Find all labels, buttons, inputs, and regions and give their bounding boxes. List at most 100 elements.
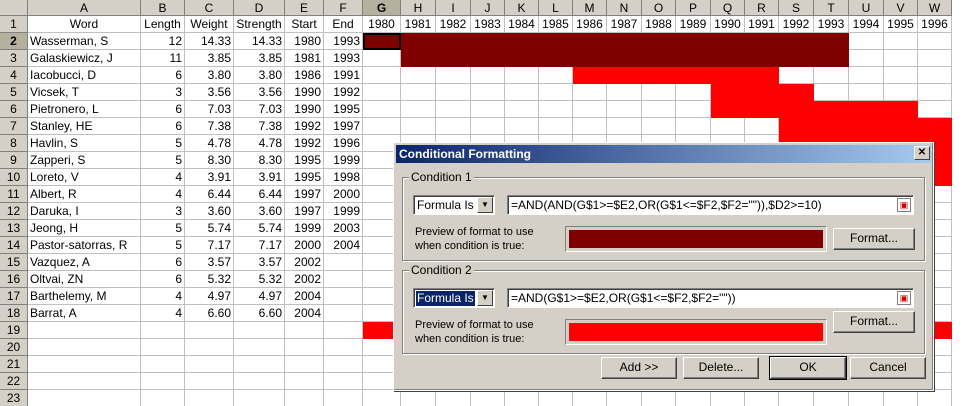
value-cell[interactable]: 3.57	[234, 254, 285, 271]
header-cell[interactable]: 1988	[642, 16, 676, 33]
value-cell[interactable]: 1992	[285, 118, 324, 135]
row-header[interactable]: 15	[0, 254, 28, 271]
name-cell[interactable]: Loreto, V	[28, 169, 141, 186]
cell[interactable]	[185, 356, 234, 373]
cell[interactable]	[918, 67, 952, 84]
column-header[interactable]: F	[324, 0, 363, 16]
cell[interactable]	[436, 390, 471, 406]
cell[interactable]	[849, 390, 884, 406]
gantt-cell[interactable]	[505, 33, 539, 50]
gantt-cell[interactable]	[642, 33, 676, 50]
value-cell[interactable]: 3.56	[234, 84, 285, 101]
cell[interactable]	[324, 322, 363, 339]
gantt-cell[interactable]	[676, 50, 711, 67]
gantt-cell[interactable]	[505, 50, 539, 67]
gantt-cell[interactable]	[745, 50, 779, 67]
column-header[interactable]: K	[505, 0, 539, 16]
value-cell[interactable]: 4	[141, 169, 185, 186]
value-cell[interactable]: 4.78	[234, 135, 285, 152]
value-cell[interactable]	[324, 305, 363, 322]
cell[interactable]	[401, 390, 436, 406]
header-cell[interactable]: Strength	[234, 16, 285, 33]
value-cell[interactable]: 4.97	[185, 288, 234, 305]
chevron-down-icon[interactable]: ▼	[477, 290, 493, 306]
value-cell[interactable]: 4	[141, 305, 185, 322]
value-cell[interactable]: 1995	[324, 101, 363, 118]
row-header[interactable]: 20	[0, 339, 28, 356]
value-cell[interactable]: 5	[141, 220, 185, 237]
gantt-cell[interactable]	[436, 33, 471, 50]
cell[interactable]	[324, 373, 363, 390]
cell[interactable]	[884, 67, 918, 84]
gantt-cell[interactable]	[779, 101, 814, 118]
value-cell[interactable]: 3.80	[185, 67, 234, 84]
cell[interactable]	[573, 390, 607, 406]
value-cell[interactable]: 5.32	[185, 271, 234, 288]
name-cell[interactable]: Zapperi, S	[28, 152, 141, 169]
value-cell[interactable]: 2003	[324, 220, 363, 237]
condition-1-formula-input[interactable]: =AND(AND(G$1>=$E2,OR(G$1<=$F2,$F2="")),$…	[507, 195, 914, 215]
row-header[interactable]: 6	[0, 101, 28, 118]
close-icon[interactable]: ✕	[914, 146, 930, 160]
cell[interactable]	[363, 101, 401, 118]
value-cell[interactable]: 1991	[324, 67, 363, 84]
value-cell[interactable]: 3.85	[185, 50, 234, 67]
value-cell[interactable]: 1993	[324, 50, 363, 67]
header-cell[interactable]: 1985	[539, 16, 573, 33]
value-cell[interactable]: 6	[141, 254, 185, 271]
value-cell[interactable]: 4	[141, 186, 185, 203]
collapse-dialog-icon[interactable]: ▣	[897, 198, 911, 212]
name-cell[interactable]: Vazquez, A	[28, 254, 141, 271]
value-cell[interactable]: 4.97	[234, 288, 285, 305]
cell[interactable]	[363, 118, 401, 135]
gantt-cell[interactable]	[918, 118, 952, 135]
column-header[interactable]: P	[676, 0, 711, 16]
cell[interactable]	[234, 322, 285, 339]
column-header[interactable]: G	[363, 0, 401, 16]
row-header[interactable]: 23	[0, 390, 28, 406]
cell[interactable]	[849, 50, 884, 67]
cell[interactable]	[849, 84, 884, 101]
condition-2-format-button[interactable]: Format...	[833, 311, 915, 333]
value-cell[interactable]: 5.32	[234, 271, 285, 288]
row-header[interactable]: 14	[0, 237, 28, 254]
gantt-cell[interactable]	[814, 33, 849, 50]
name-cell[interactable]: Iacobucci, D	[28, 67, 141, 84]
value-cell[interactable]: 14.33	[185, 33, 234, 50]
gantt-cell[interactable]	[642, 50, 676, 67]
cell[interactable]	[401, 84, 436, 101]
value-cell[interactable]: 3	[141, 84, 185, 101]
value-cell[interactable]: 1997	[285, 203, 324, 220]
gantt-cell[interactable]	[814, 118, 849, 135]
gantt-cell[interactable]	[779, 33, 814, 50]
value-cell[interactable]: 6	[141, 101, 185, 118]
row-header[interactable]: 16	[0, 271, 28, 288]
cell[interactable]	[141, 356, 185, 373]
name-cell[interactable]: Albert, R	[28, 186, 141, 203]
condition-2-formula-input[interactable]: =AND(G$1>=$E2,OR(G$1<=$F2,$F2="")) ▣	[507, 288, 914, 308]
cell[interactable]	[779, 390, 814, 406]
cell[interactable]	[779, 67, 814, 84]
gantt-cell[interactable]	[711, 67, 745, 84]
value-cell[interactable]	[324, 254, 363, 271]
gantt-cell[interactable]	[607, 50, 642, 67]
cell[interactable]	[918, 33, 952, 50]
cell[interactable]	[884, 50, 918, 67]
cell[interactable]	[401, 67, 436, 84]
cell[interactable]	[814, 84, 849, 101]
cell[interactable]	[918, 84, 952, 101]
cell[interactable]	[471, 84, 505, 101]
gantt-cell[interactable]	[401, 50, 436, 67]
value-cell[interactable]: 7.38	[234, 118, 285, 135]
column-header[interactable]: L	[539, 0, 573, 16]
cell[interactable]	[676, 84, 711, 101]
cell[interactable]	[918, 50, 952, 67]
gantt-cell[interactable]	[401, 33, 436, 50]
cancel-button[interactable]: Cancel	[850, 357, 926, 379]
value-cell[interactable]: 14.33	[234, 33, 285, 50]
value-cell[interactable]: 6	[141, 118, 185, 135]
cell[interactable]	[573, 84, 607, 101]
name-cell[interactable]: Oltvai, ZN	[28, 271, 141, 288]
gantt-cell[interactable]	[779, 50, 814, 67]
cell[interactable]	[363, 390, 401, 406]
